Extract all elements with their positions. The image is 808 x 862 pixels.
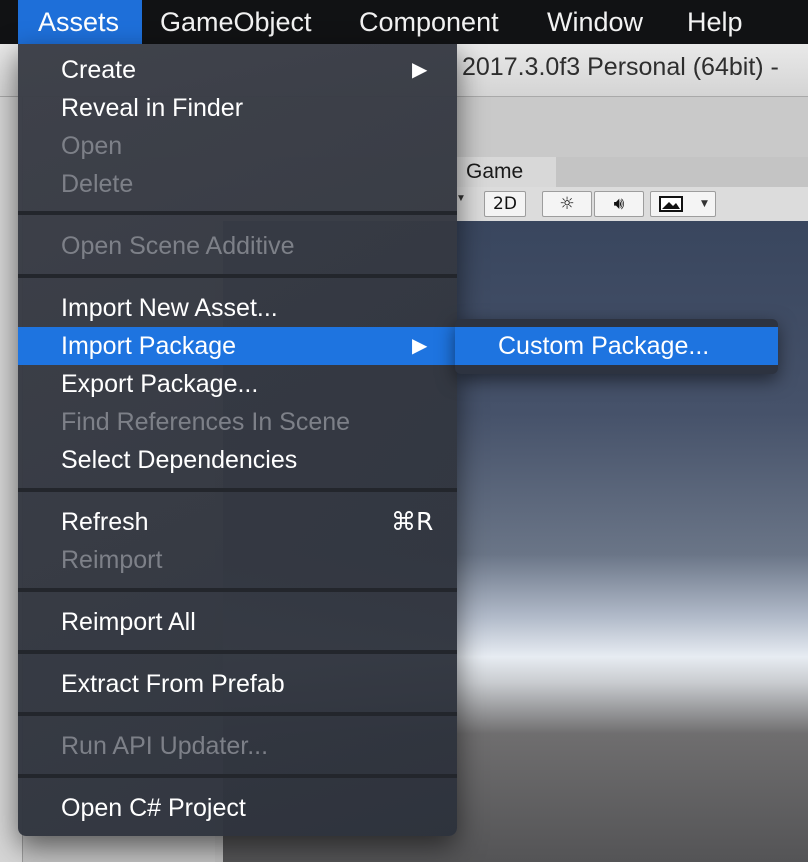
image-icon bbox=[659, 196, 683, 212]
2d-toggle-button[interactable]: 2D bbox=[484, 191, 526, 217]
import-package-submenu: Custom Package... bbox=[455, 319, 778, 374]
effects-toggle-button[interactable]: ▼ bbox=[650, 191, 716, 217]
small-triangle-down-icon[interactable]: ▼ bbox=[456, 193, 466, 204]
menu-item-export-package[interactable]: Export Package... bbox=[18, 365, 457, 403]
menu-bar: Assets GameObject Component Window Help bbox=[0, 0, 808, 44]
submenu-arrow-icon: ▶ bbox=[412, 59, 428, 81]
lighting-toggle-button[interactable]: ☼ bbox=[542, 191, 592, 217]
assets-menu: Create ▶ Reveal in Finder Open Delete Op… bbox=[18, 44, 457, 836]
menu-item-import-new-asset[interactable]: Import New Asset... bbox=[18, 289, 457, 327]
menu-item-reveal-in-finder[interactable]: Reveal in Finder bbox=[18, 89, 457, 127]
menu-help[interactable]: Help bbox=[687, 0, 743, 44]
menu-separator bbox=[18, 650, 457, 654]
menu-assets[interactable]: Assets bbox=[18, 0, 142, 44]
menu-window[interactable]: Window bbox=[547, 0, 643, 44]
menu-item-select-dependencies[interactable]: Select Dependencies bbox=[18, 441, 457, 479]
menu-item-create[interactable]: Create ▶ bbox=[18, 51, 457, 89]
shortcut-label: ⌘R bbox=[391, 507, 434, 536]
menu-separator bbox=[18, 274, 457, 278]
menu-item-open: Open bbox=[61, 132, 123, 160]
sun-icon: ☼ bbox=[559, 194, 575, 214]
menu-separator bbox=[18, 712, 457, 716]
menu-item-label: Refresh bbox=[61, 508, 149, 536]
menu-item-reimport-all[interactable]: Reimport All bbox=[18, 603, 457, 641]
audio-toggle-button[interactable]: 🔊︎ bbox=[594, 191, 644, 217]
menu-gameobject[interactable]: GameObject bbox=[160, 0, 312, 44]
speaker-icon: 🔊︎ bbox=[613, 194, 625, 214]
menu-component[interactable]: Component bbox=[359, 0, 499, 44]
menu-item-delete: Delete bbox=[61, 170, 134, 198]
menu-item-label: Create bbox=[61, 56, 137, 84]
chevron-down-icon[interactable]: ▼ bbox=[701, 192, 708, 216]
tab-game[interactable]: Game bbox=[456, 157, 556, 187]
menu-item-extract-from-prefab[interactable]: Extract From Prefab bbox=[18, 665, 457, 703]
menu-item-open-scene-additive: Open Scene Additive bbox=[61, 232, 295, 260]
menu-item-import-package[interactable]: Import Package ▶ bbox=[18, 327, 457, 365]
submenu-arrow-icon: ▶ bbox=[412, 335, 428, 357]
menu-item-find-references: Find References In Scene bbox=[61, 408, 351, 436]
menu-item-open-csharp-project[interactable]: Open C# Project bbox=[18, 789, 457, 827]
game-toolbar: ▼ 2D ☼ 🔊︎ ▼ bbox=[456, 187, 808, 222]
menu-separator bbox=[18, 588, 457, 592]
window-title: 2017.3.0f3 Personal (64bit) - bbox=[462, 53, 779, 81]
menu-item-reimport: Reimport bbox=[61, 546, 163, 574]
menu-item-custom-package[interactable]: Custom Package... bbox=[455, 327, 778, 365]
menu-separator bbox=[18, 211, 457, 215]
menu-item-refresh[interactable]: Refresh ⌘R bbox=[18, 503, 457, 541]
menu-item-label: Import Package bbox=[61, 332, 237, 360]
menu-item-run-api-updater: Run API Updater... bbox=[61, 732, 269, 760]
menu-separator bbox=[18, 488, 457, 492]
menu-separator bbox=[18, 774, 457, 778]
